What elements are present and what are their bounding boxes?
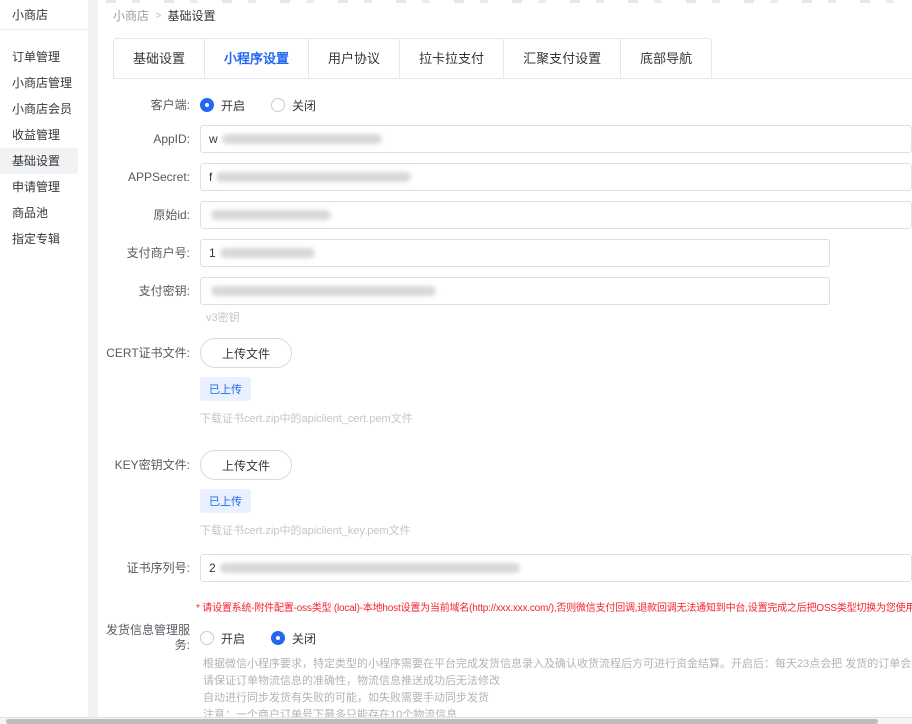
serial-row: 证书序列号: 2 xyxy=(104,554,912,582)
original-id-redacted-value xyxy=(211,210,331,220)
client-radio-on-label: 开启 xyxy=(221,97,245,114)
tab-footer-nav[interactable]: 底部导航 xyxy=(620,39,711,78)
cert-uploaded-badge[interactable]: 已上传 xyxy=(200,377,251,401)
serial-label: 证书序列号: xyxy=(104,561,190,576)
sidebar-item-designated-album[interactable]: 指定专辑 xyxy=(0,226,78,252)
client-radio-off-label: 关闭 xyxy=(292,97,316,114)
client-radio-off[interactable]: 关闭 xyxy=(271,97,316,114)
breadcrumb-basic-settings: 基础设置 xyxy=(167,7,215,24)
breadcrumb: 小商店 > 基础设置 xyxy=(98,3,912,23)
cert-file-row: CERT证书文件: 上传文件 已上传 下载证书cert.zip中的apiclie… xyxy=(104,338,912,428)
tab-miniprogram-settings[interactable]: 小程序设置 xyxy=(204,39,308,78)
sidebar-nav: 订单管理 小商店管理 小商店会员 收益管理 基础设置 申请管理 商品池 指定专辑 xyxy=(0,30,88,252)
sidebar-item-shop-members[interactable]: 小商店会员 xyxy=(0,96,78,122)
shipping-radio-off[interactable]: 关闭 xyxy=(271,630,316,647)
cert-file-field: 上传文件 已上传 下载证书cert.zip中的apiclient_cert.pe… xyxy=(200,338,413,428)
key-file-hint: 下载证书cert.zip中的apiclient_key.pem文件 xyxy=(200,522,411,538)
shipping-row: 发货信息管理服务: 开启 关闭 xyxy=(104,623,912,653)
sidebar-title: 小商店 xyxy=(0,0,88,30)
pay-key-row: 支付密钥: xyxy=(104,277,912,305)
pay-key-redacted-value xyxy=(211,286,436,296)
sidebar-content-gutter xyxy=(88,0,98,724)
shipping-label: 发货信息管理服务: xyxy=(104,623,190,653)
sidebar-item-revenue-management[interactable]: 收益管理 xyxy=(0,122,78,148)
appsecret-value-prefix: f xyxy=(209,170,212,184)
tab-lakala-pay[interactable]: 拉卡拉支付 xyxy=(399,39,503,78)
sidebar-item-application-management[interactable]: 申请管理 xyxy=(0,174,78,200)
pay-key-label: 支付密钥: xyxy=(104,284,190,299)
appid-redacted-value xyxy=(222,134,382,144)
appsecret-redacted-value xyxy=(216,172,411,182)
shipping-radio-group: 开启 关闭 xyxy=(200,628,316,648)
pay-key-input[interactable] xyxy=(200,277,830,305)
merchant-no-row: 支付商户号: 1 xyxy=(104,239,912,267)
shipping-radio-on-label: 开启 xyxy=(221,630,245,647)
cert-upload-button[interactable]: 上传文件 xyxy=(200,338,292,368)
tab-user-agreement[interactable]: 用户协议 xyxy=(308,39,399,78)
appid-input[interactable]: w xyxy=(200,125,912,153)
breadcrumb-shop[interactable]: 小商店 xyxy=(113,7,149,24)
merchant-no-redacted-value xyxy=(220,248,315,258)
miniprogram-settings-form: 客户端: 开启 关闭 AppID: w xyxy=(98,79,912,724)
app-window: 小商店 订单管理 小商店管理 小商店会员 收益管理 基础设置 申请管理 商品池 … xyxy=(0,0,912,724)
appid-label: AppID: xyxy=(104,132,190,147)
merchant-no-value-prefix: 1 xyxy=(209,246,216,260)
shipping-help-line: 根据微信小程序要求，特定类型的小程序需要在平台完成发货信息录入及确认收货流程后方… xyxy=(203,656,912,673)
sidebar-item-basic-settings[interactable]: 基础设置 xyxy=(0,148,78,174)
key-file-field: 上传文件 已上传 下载证书cert.zip中的apiclient_key.pem… xyxy=(200,450,411,540)
shipping-help-line: 自动进行同步发货有失败的可能，如失败需要手动同步发货 xyxy=(203,690,912,707)
horizontal-scrollbar-thumb[interactable] xyxy=(6,719,878,724)
shipping-help: 根据微信小程序要求，特定类型的小程序需要在平台完成发货信息录入及确认收货流程后方… xyxy=(203,656,912,724)
tab-basic-settings[interactable]: 基础设置 xyxy=(114,39,204,78)
sidebar: 小商店 订单管理 小商店管理 小商店会员 收益管理 基础设置 申请管理 商品池 … xyxy=(0,0,88,724)
cert-file-hint: 下载证书cert.zip中的apiclient_cert.pem文件 xyxy=(200,410,413,426)
key-file-row: KEY密钥文件: 上传文件 已上传 下载证书cert.zip中的apiclien… xyxy=(104,450,912,540)
original-id-row: 原始id: xyxy=(104,201,912,229)
appsecret-row: APPSecret: f xyxy=(104,163,912,191)
client-row: 客户端: 开启 关闭 xyxy=(104,95,912,115)
appsecret-input[interactable]: f xyxy=(200,163,912,191)
shipping-help-line: 请保证订单物流信息的准确性，物流信息推送成功后无法修改 xyxy=(203,673,912,690)
key-uploaded-badge[interactable]: 已上传 xyxy=(200,489,251,513)
serial-value-prefix: 2 xyxy=(209,561,216,575)
merchant-no-label: 支付商户号: xyxy=(104,246,190,261)
client-label: 客户端: xyxy=(104,98,190,113)
tabs-nav: 基础设置 小程序设置 用户协议 拉卡拉支付 汇聚支付设置 底部导航 xyxy=(113,38,712,78)
radio-unselected-icon xyxy=(200,631,214,645)
radio-selected-icon xyxy=(200,98,214,112)
client-radio-group: 开启 关闭 xyxy=(200,95,316,115)
breadcrumb-separator-icon: > xyxy=(155,10,161,22)
pay-key-hint: v3密钥 xyxy=(206,309,912,325)
radio-unselected-icon xyxy=(271,98,285,112)
tab-huiju-pay-settings[interactable]: 汇聚支付设置 xyxy=(503,39,620,78)
clipped-top-row xyxy=(106,0,912,3)
appid-row: AppID: w xyxy=(104,125,912,153)
serial-redacted-value xyxy=(220,563,520,573)
shipping-radio-off-label: 关闭 xyxy=(292,630,316,647)
appid-value-prefix: w xyxy=(209,132,218,146)
oss-warning-text: * 请设置系统-附件配置-oss类型 (local)-本地host设置为当前域名… xyxy=(196,599,912,614)
radio-selected-icon xyxy=(271,631,285,645)
appsecret-label: APPSecret: xyxy=(104,170,190,185)
main-content: 小商店 > 基础设置 基础设置 小程序设置 用户协议 拉卡拉支付 汇聚支付设置 … xyxy=(98,0,912,724)
client-radio-on[interactable]: 开启 xyxy=(200,97,245,114)
original-id-label: 原始id: xyxy=(104,208,190,223)
shipping-radio-on[interactable]: 开启 xyxy=(200,630,245,647)
sidebar-item-shop-management[interactable]: 小商店管理 xyxy=(0,70,78,96)
merchant-no-input[interactable]: 1 xyxy=(200,239,830,267)
sidebar-item-order-management[interactable]: 订单管理 xyxy=(0,44,78,70)
horizontal-scrollbar[interactable] xyxy=(0,717,912,724)
key-upload-button[interactable]: 上传文件 xyxy=(200,450,292,480)
serial-input[interactable]: 2 xyxy=(200,554,912,582)
tabs-header: 基础设置 小程序设置 用户协议 拉卡拉支付 汇聚支付设置 底部导航 xyxy=(113,38,912,79)
sidebar-item-product-pool[interactable]: 商品池 xyxy=(0,200,78,226)
key-file-label: KEY密钥文件: xyxy=(104,450,190,473)
original-id-input[interactable] xyxy=(200,201,912,229)
cert-file-label: CERT证书文件: xyxy=(104,338,190,361)
